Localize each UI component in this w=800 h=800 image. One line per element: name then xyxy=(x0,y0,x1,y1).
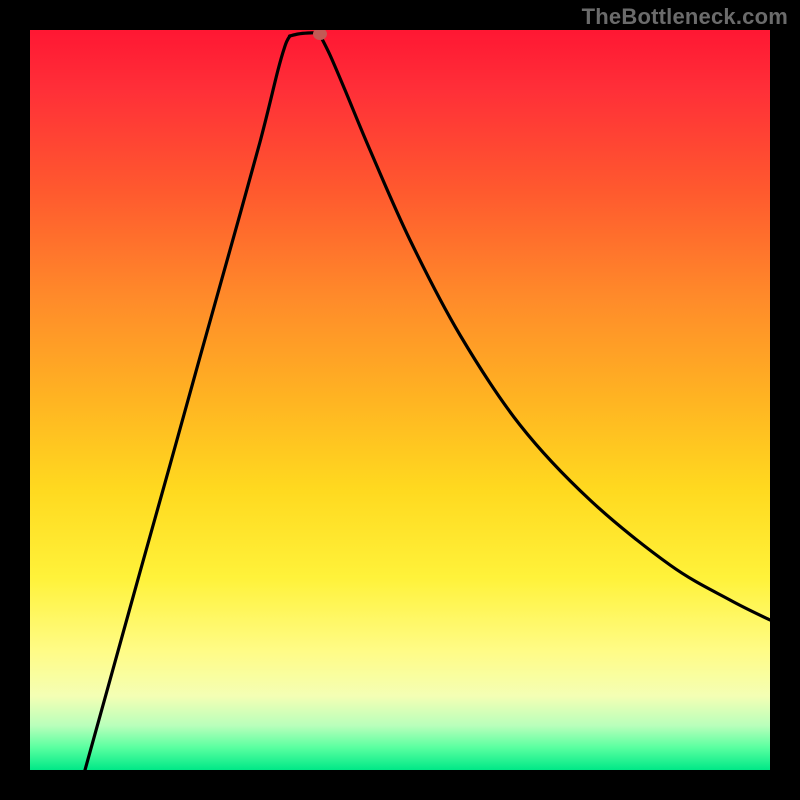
plot-area xyxy=(30,30,770,770)
curve-path xyxy=(85,33,770,770)
bottleneck-curve xyxy=(30,30,770,770)
chart-frame: TheBottleneck.com xyxy=(0,0,800,800)
watermark-text: TheBottleneck.com xyxy=(582,4,788,30)
